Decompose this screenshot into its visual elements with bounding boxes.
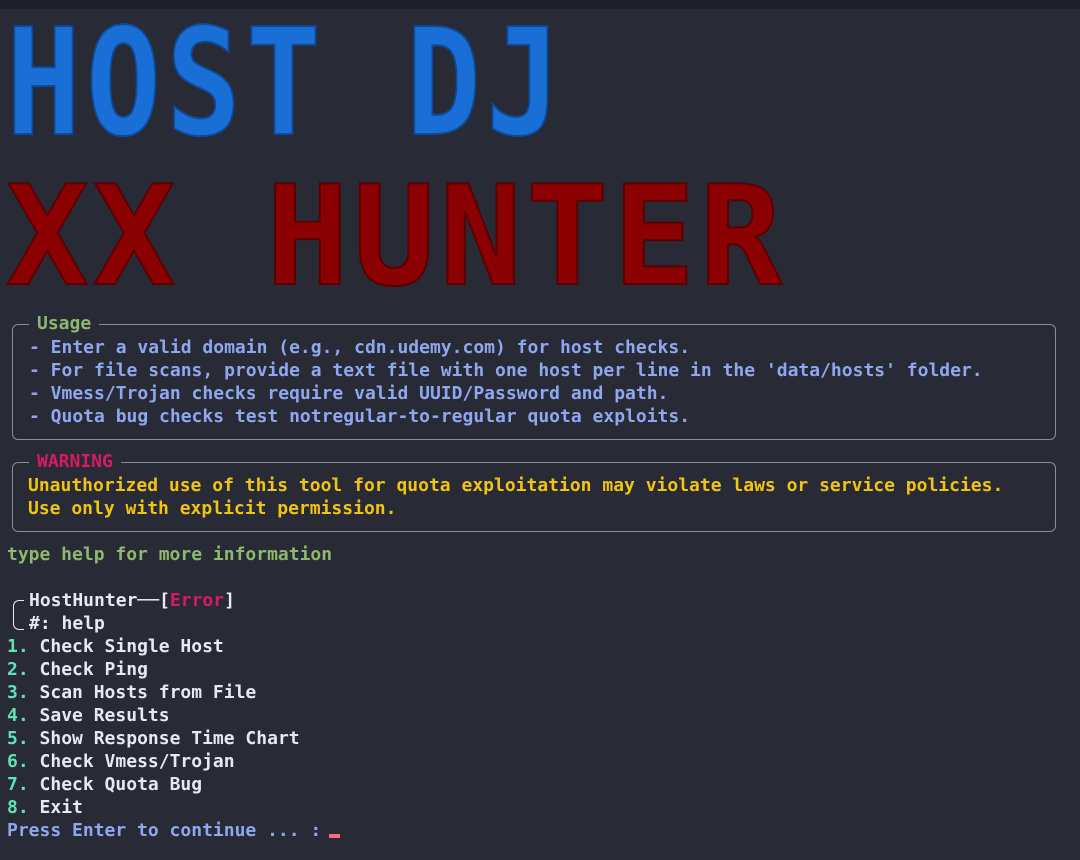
menu-item: 7. Check Quota Bug bbox=[7, 773, 202, 796]
warning-title: WARNING bbox=[29, 450, 121, 473]
command-line: #: help bbox=[29, 612, 105, 635]
menu-label: Check Ping bbox=[39, 659, 148, 680]
menu-item: 5. Show Response Time Chart bbox=[7, 727, 300, 750]
warning-box: WARNING Unauthorized use of this tool fo… bbox=[12, 450, 1056, 532]
continue-prompt: Press Enter to continue ... : bbox=[7, 820, 322, 841]
warning-line: Use only with explicit permission. bbox=[28, 498, 397, 519]
menu-label: Save Results bbox=[39, 705, 170, 726]
menu-number: 2. bbox=[7, 659, 29, 680]
menu-label: Check Single Host bbox=[39, 636, 224, 657]
usage-box: Usage - Enter a valid domain (e.g., cdn.… bbox=[12, 312, 1056, 440]
menu-label: Exit bbox=[39, 797, 83, 818]
continue-prompt-line[interactable]: Press Enter to continue ... : bbox=[7, 819, 341, 842]
prompt-line: HostHunter──[Error] bbox=[29, 589, 235, 612]
menu-number: 8. bbox=[7, 797, 29, 818]
menu-item: 1. Check Single Host bbox=[7, 635, 224, 658]
menu-item: 2. Check Ping bbox=[7, 658, 148, 681]
menu-number: 7. bbox=[7, 774, 29, 795]
prompt-name: HostHunter bbox=[29, 590, 138, 611]
menu-number: 5. bbox=[7, 728, 29, 749]
menu-number: 4. bbox=[7, 705, 29, 726]
menu-label: Show Response Time Chart bbox=[39, 728, 300, 749]
menu-item: 3. Scan Hosts from File bbox=[7, 681, 256, 704]
banner-xx-hunter: XX HUNTER bbox=[6, 172, 786, 307]
window-top-bar bbox=[0, 0, 1080, 9]
banner-host-dj: HOST DJ bbox=[6, 12, 566, 157]
prompt-status: Error bbox=[169, 590, 225, 611]
menu-label: Check Vmess/Trojan bbox=[39, 751, 235, 772]
prompt-bracket-close: ] bbox=[224, 590, 235, 611]
help-hint: type help for more information bbox=[7, 544, 333, 565]
banner-line1: HOST DJ bbox=[6, 12, 566, 157]
menu-label: Scan Hosts from File bbox=[39, 682, 257, 703]
menu-item: 6. Check Vmess/Trojan bbox=[7, 750, 235, 773]
menu-label: Check Quota Bug bbox=[39, 774, 203, 795]
usage-title: Usage bbox=[29, 312, 100, 335]
banner-line2: XX HUNTER bbox=[6, 172, 786, 307]
prompt-tree-connector bbox=[13, 600, 24, 630]
menu-item: 4. Save Results bbox=[7, 704, 170, 727]
menu-number: 3. bbox=[7, 682, 29, 703]
menu-number: 1. bbox=[7, 636, 29, 657]
usage-line: - For file scans, provide a text file wi… bbox=[29, 360, 983, 381]
command-text: help bbox=[61, 613, 105, 634]
warning-line: Unauthorized use of this tool for quota … bbox=[28, 475, 1004, 496]
menu-item: 8. Exit bbox=[7, 796, 83, 819]
prompt-bracket-open: [ bbox=[159, 590, 170, 611]
usage-line: - Quota bug checks test notregular-to-re… bbox=[29, 406, 691, 427]
prompt-dash: ── bbox=[137, 590, 160, 611]
terminal-cursor bbox=[329, 834, 341, 838]
menu-number: 6. bbox=[7, 751, 29, 772]
usage-line: - Enter a valid domain (e.g., cdn.udemy.… bbox=[29, 337, 691, 358]
prompt-symbol: #: bbox=[29, 613, 51, 634]
usage-line: - Vmess/Trojan checks require valid UUID… bbox=[29, 383, 669, 404]
